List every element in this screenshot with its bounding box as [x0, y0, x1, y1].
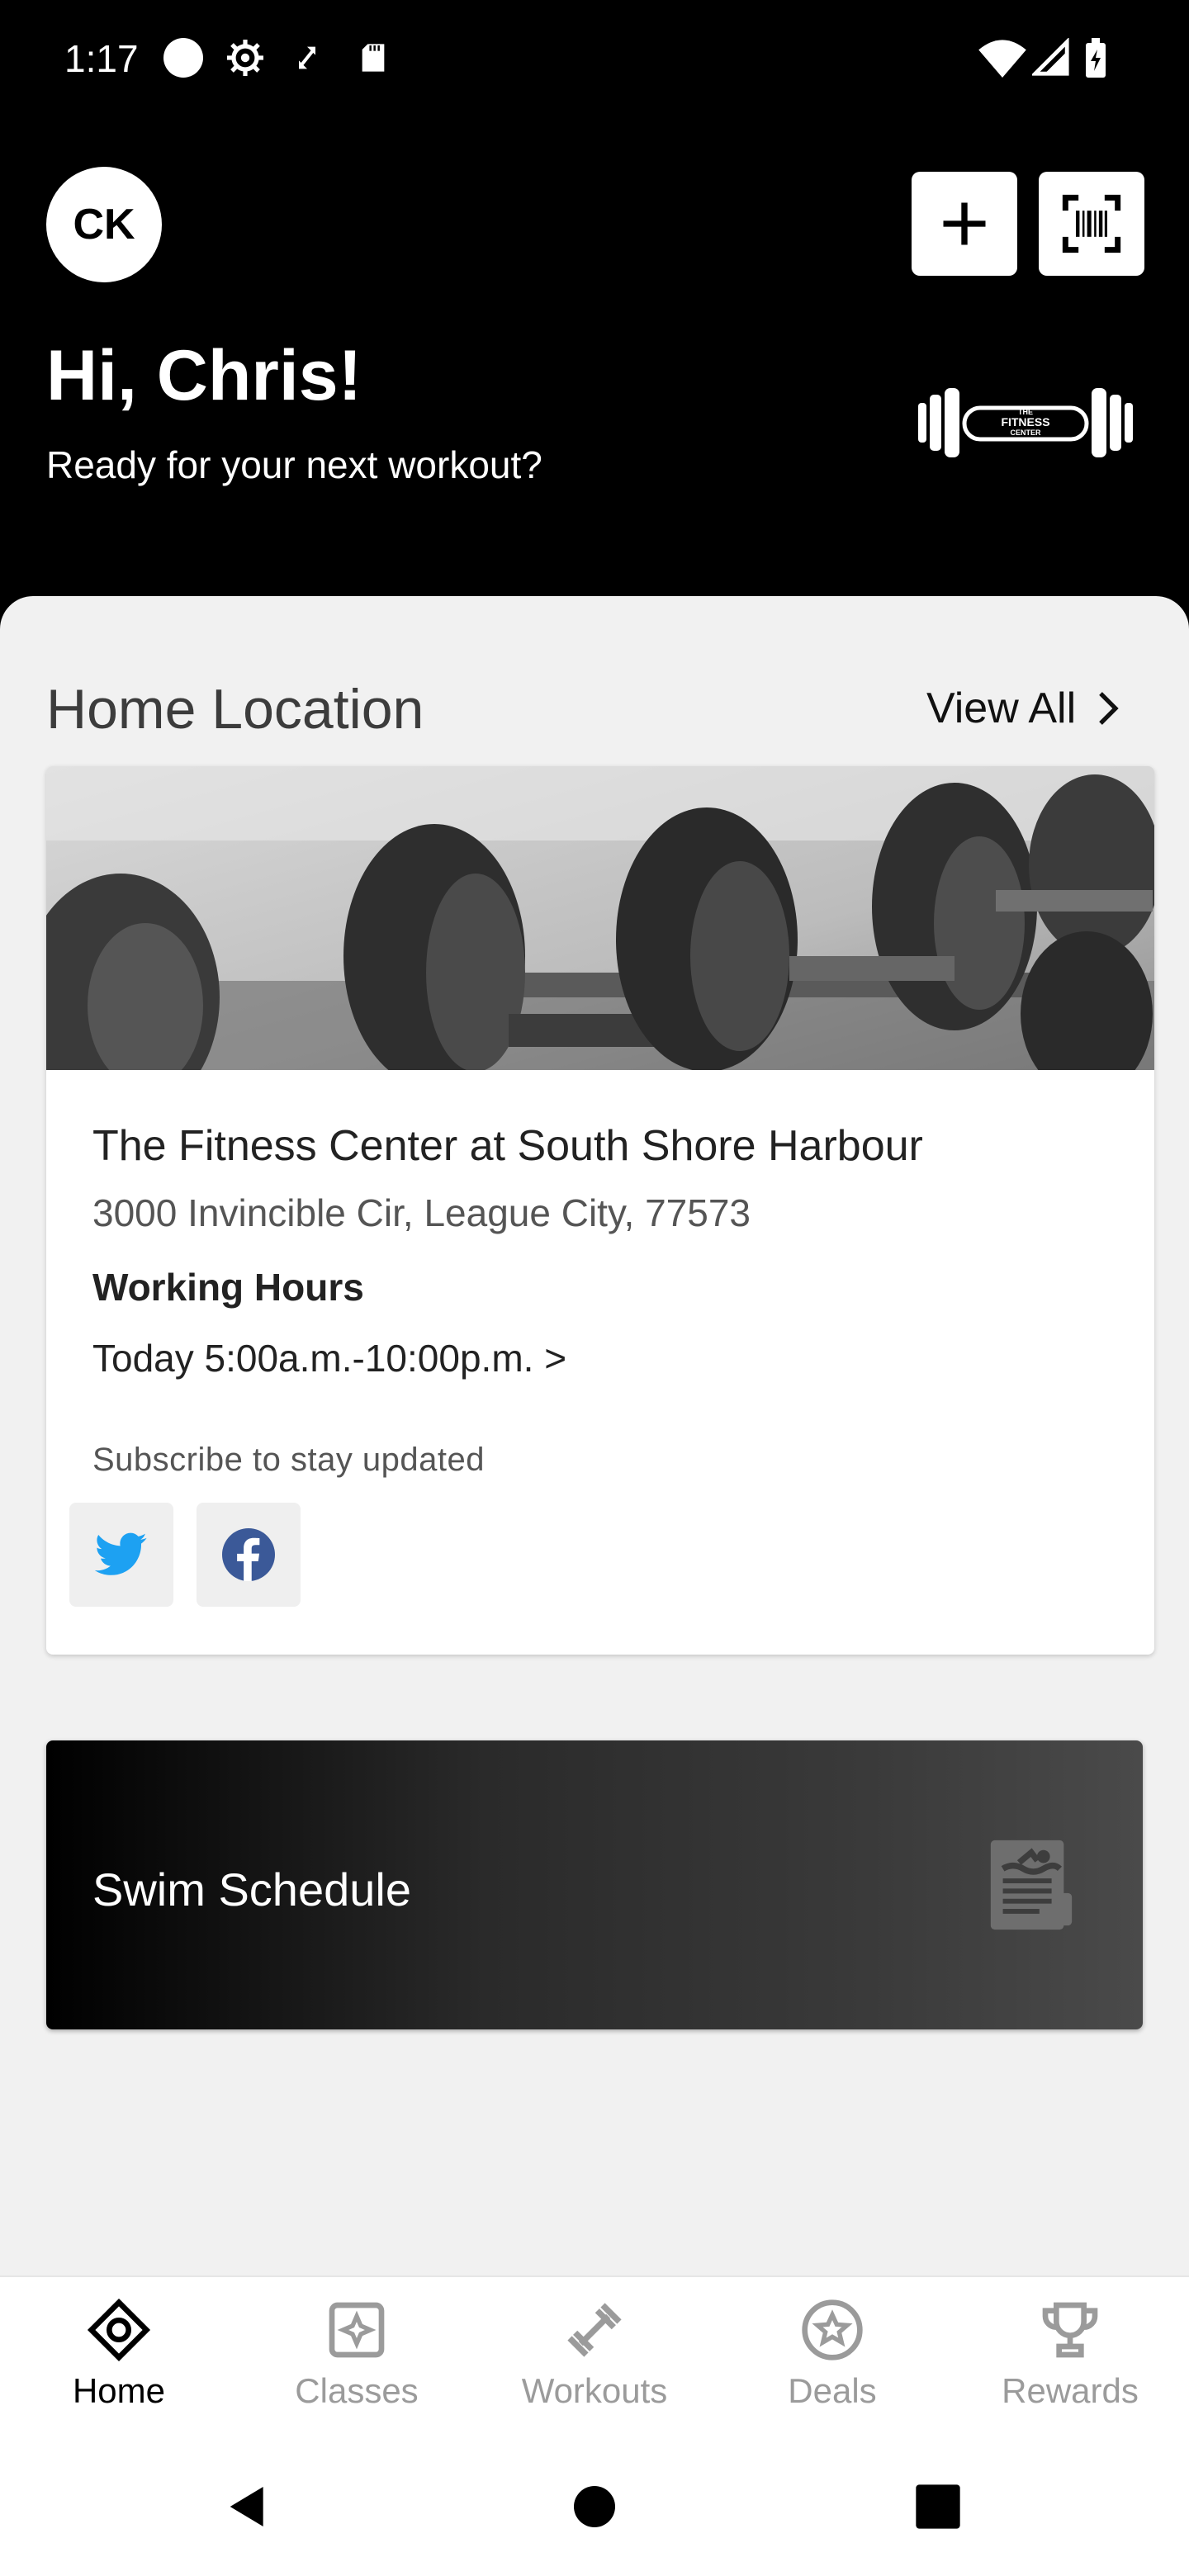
battery-icon — [1086, 38, 1106, 78]
view-all-link[interactable]: View All — [926, 684, 1124, 733]
fitness-center-logo: THE FITNESS CENTER — [918, 388, 1133, 457]
nav-workouts[interactable]: Workouts — [476, 2297, 713, 2437]
trophy-icon — [1042, 2302, 1098, 2358]
recents-icon[interactable] — [912, 2480, 964, 2533]
nav-home[interactable]: Home — [0, 2297, 238, 2437]
back-icon[interactable] — [221, 2480, 274, 2533]
facebook-button[interactable] — [197, 1503, 301, 1607]
location-address: 3000 Invincible Cir, League City, 77573 — [92, 1191, 751, 1234]
header: CK Hi, Chris! Ready for your next workou… — [0, 124, 1189, 603]
nav-label-deals: Deals — [788, 2371, 877, 2410]
nav-label-workouts: Workouts — [521, 2371, 668, 2410]
bottom-nav: Home Classes Workouts Deals Rewards — [0, 2275, 1189, 2449]
swim-schedule-card[interactable]: Swim Schedule — [46, 1740, 1143, 2029]
working-hours-link[interactable]: Today 5:00a.m.-10:00p.m. > — [92, 1336, 566, 1380]
logo-text-center: CENTER — [1010, 429, 1041, 437]
main-content: Home Location View All The Fitness Cente… — [0, 596, 1189, 2280]
nav-label-classes: Classes — [295, 2371, 419, 2410]
twitter-button[interactable] — [69, 1503, 173, 1607]
classes-icon — [329, 2302, 385, 2358]
working-hours-title: Working Hours — [92, 1266, 364, 1309]
swim-schedule-title: Swim Schedule — [92, 1863, 411, 1915]
gear-icon — [227, 40, 263, 76]
nav-rewards[interactable]: Rewards — [951, 2297, 1189, 2437]
facebook-icon — [222, 1528, 275, 1581]
system-nav-bar — [0, 2449, 1189, 2576]
barcode-scan-button[interactable] — [1039, 172, 1144, 276]
home-icon — [87, 2298, 151, 2362]
location-name: The Fitness Center at South Shore Harbou… — [92, 1122, 923, 1170]
nav-classes[interactable]: Classes — [238, 2297, 476, 2437]
avatar[interactable]: CK — [46, 167, 162, 282]
nav-label-rewards: Rewards — [1002, 2371, 1139, 2410]
sd-card-icon — [362, 44, 385, 72]
status-bar: 1:17 — [0, 0, 1189, 124]
view-all-label: View All — [926, 684, 1077, 732]
home-location-title: Home Location — [46, 678, 424, 741]
chevron-right-icon — [1099, 692, 1119, 725]
status-time: 1:17 — [64, 37, 139, 80]
circle-icon — [163, 38, 203, 78]
sync-icon — [299, 46, 315, 69]
greeting-title: Hi, Chris! — [46, 336, 362, 415]
home-circle-icon[interactable] — [570, 2480, 619, 2533]
wifi-icon — [978, 40, 1026, 78]
nav-deals[interactable]: Deals — [713, 2297, 951, 2437]
swim-schedule-icon — [990, 1840, 1073, 1930]
nav-label-home: Home — [72, 2371, 166, 2410]
home-location-card[interactable]: The Fitness Center at South Shore Harbou… — [46, 766, 1154, 1655]
add-button[interactable] — [912, 172, 1017, 276]
twitter-icon — [95, 1532, 147, 1575]
barcode-scan-icon — [1062, 194, 1121, 253]
signal-icon — [1032, 38, 1069, 76]
plus-icon — [943, 202, 986, 245]
deals-star-icon — [802, 2299, 863, 2361]
gym-dumbbells-photo — [46, 766, 1154, 1070]
logo-text-fitness: FITNESS — [1001, 415, 1049, 429]
dumbbell-icon — [567, 2303, 622, 2357]
subscribe-label: Subscribe to stay updated — [92, 1442, 486, 1478]
greeting-subtitle: Ready for your next workout? — [46, 443, 542, 486]
